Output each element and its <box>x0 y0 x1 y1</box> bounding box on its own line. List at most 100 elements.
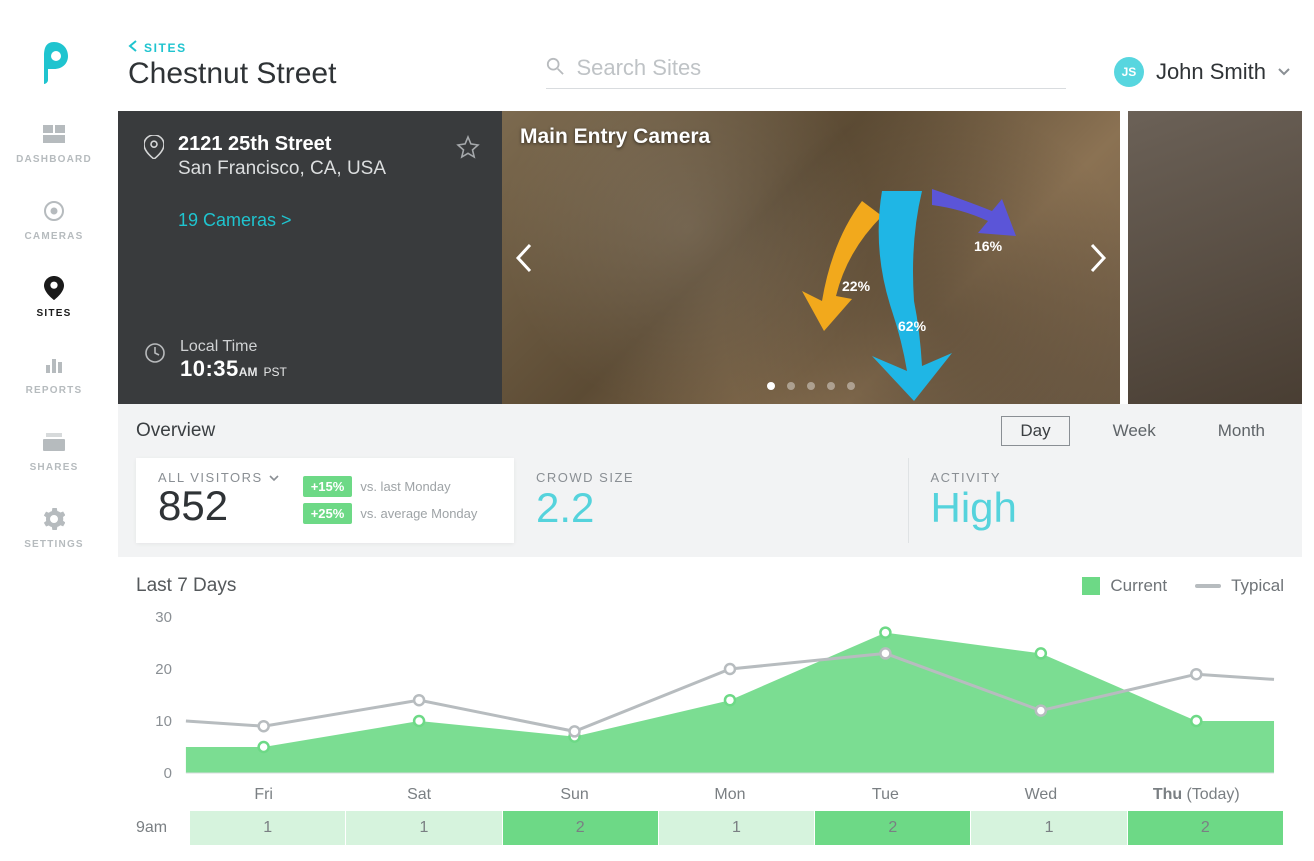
sidebar: DASHBOARD CAMERAS SITES REPORTS SHARES S… <box>0 0 108 861</box>
svg-text:0: 0 <box>164 765 172 782</box>
avatar: JS <box>1114 57 1144 87</box>
nav-item-cameras[interactable]: CAMERAS <box>0 199 108 242</box>
heat-cell[interactable]: 1 <box>659 811 815 845</box>
pin-icon <box>144 135 164 159</box>
nav-label: DASHBOARD <box>16 154 92 165</box>
range-seg-month[interactable]: Month <box>1199 416 1284 446</box>
heat-cell[interactable]: 1 <box>346 811 502 845</box>
traffic-flow-overlay: 22% 62% 16% <box>802 181 1032 401</box>
page-title: Chestnut Street <box>128 57 336 91</box>
svg-text:Mon: Mon <box>714 786 745 803</box>
nav-item-sites[interactable]: SITES <box>0 276 108 319</box>
address-line-2: San Francisco, CA, USA <box>178 158 386 180</box>
card-crowd-label: CROWD SIZE <box>536 470 886 485</box>
svg-text:Wed: Wed <box>1025 786 1058 803</box>
svg-text:Sun: Sun <box>560 786 588 803</box>
local-time-value: 10:35 <box>180 356 239 381</box>
card-activity: ACTIVITY High <box>908 458 1303 543</box>
flow-label-22: 22% <box>842 278 871 294</box>
cameras-link[interactable]: 19 Cameras > <box>178 210 476 231</box>
overview-title: Overview <box>136 420 215 442</box>
range-seg-day[interactable]: Day <box>1001 416 1069 446</box>
search-box[interactable] <box>546 54 1065 89</box>
delta-text: vs. average Monday <box>360 506 477 521</box>
carousel-dot[interactable] <box>787 382 795 390</box>
breadcrumb-parent-link[interactable]: SITES <box>128 40 336 55</box>
clock-icon <box>144 342 166 364</box>
svg-text:Thu (Today): Thu (Today) <box>1153 786 1240 803</box>
site-info-panel: 2121 25th Street San Francisco, CA, USA … <box>118 111 502 404</box>
chart-title: Last 7 Days <box>136 575 236 597</box>
flow-label-62: 62% <box>898 318 927 334</box>
heat-cell[interactable]: 1 <box>190 811 346 845</box>
card-visitors-value: 852 <box>158 485 279 527</box>
svg-text:Tue: Tue <box>872 786 899 803</box>
heat-cells: 1121212 <box>190 811 1284 845</box>
svg-text:20: 20 <box>155 661 172 678</box>
legend-typical: Typical <box>1195 576 1284 596</box>
card-activity-value: High <box>931 487 1281 529</box>
breadcrumb: SITES Chestnut Street <box>128 40 336 91</box>
heat-cell[interactable]: 2 <box>1128 811 1284 845</box>
svg-text:10: 10 <box>155 713 172 730</box>
topbar: SITES Chestnut Street JS John Smith <box>118 0 1302 97</box>
range-seg-week[interactable]: Week <box>1094 416 1175 446</box>
card-visitors-deltas: +15% vs. last Monday +25% vs. average Mo… <box>303 470 478 529</box>
gear-icon <box>42 507 66 531</box>
camera-icon <box>42 199 66 223</box>
metric-cards: ALL VISITORS 852 +15% vs. last Monday +2… <box>118 458 1302 557</box>
carousel-next-button[interactable] <box>1084 236 1112 280</box>
heat-cell[interactable]: 1 <box>971 811 1127 845</box>
local-time-tz: PST <box>263 365 286 379</box>
delta-badge: +15% <box>303 476 353 497</box>
svg-text:30: 30 <box>155 609 172 626</box>
delta-row: +15% vs. last Monday <box>303 476 478 497</box>
delta-badge: +25% <box>303 503 353 524</box>
heat-cell[interactable]: 2 <box>503 811 659 845</box>
carousel-dot[interactable] <box>827 382 835 390</box>
search-input[interactable] <box>574 54 1065 82</box>
nav-label: SHARES <box>30 462 79 473</box>
heat-cell[interactable]: 2 <box>815 811 971 845</box>
local-time: Local Time 10:35AMPST <box>144 338 287 382</box>
carousel-dots <box>767 382 855 390</box>
carousel-dot[interactable] <box>807 382 815 390</box>
chart-section: Last 7 Days Current Typical 0102030FriSa… <box>118 557 1302 807</box>
nav-item-shares[interactable]: SHARES <box>0 430 108 473</box>
app-logo <box>36 40 72 86</box>
svg-text:Sat: Sat <box>407 786 432 803</box>
range-toggle: Day Week Month <box>1001 416 1284 446</box>
breadcrumb-parent-label: SITES <box>144 41 187 55</box>
carousel-dot[interactable] <box>767 382 775 390</box>
camera-name: Main Entry Camera <box>520 125 710 149</box>
carousel-prev-button[interactable] <box>510 236 538 280</box>
nav-item-reports[interactable]: REPORTS <box>0 353 108 396</box>
card-crowd-value: 2.2 <box>536 487 886 529</box>
nav-label: REPORTS <box>26 385 83 396</box>
chart-legend: Current Typical <box>1082 576 1284 596</box>
flow-label-16: 16% <box>974 238 1003 254</box>
chevron-left-icon <box>128 40 138 55</box>
nav-item-dashboard[interactable]: DASHBOARD <box>0 122 108 165</box>
overview-bar: Overview Day Week Month <box>118 404 1302 458</box>
nav-label: SETTINGS <box>24 539 84 550</box>
site-hero: 2121 25th Street San Francisco, CA, USA … <box>118 111 1302 404</box>
user-name: John Smith <box>1156 59 1266 85</box>
search-icon <box>546 57 574 80</box>
dashboard-icon <box>42 122 66 146</box>
bar-chart-icon <box>42 353 66 377</box>
card-crowd-size: CROWD SIZE 2.2 <box>514 458 908 543</box>
nav-item-settings[interactable]: SETTINGS <box>0 507 108 550</box>
carousel-dot[interactable] <box>847 382 855 390</box>
share-icon <box>42 430 66 454</box>
nav-label: CAMERAS <box>25 231 84 242</box>
next-camera-preview[interactable] <box>1128 111 1302 404</box>
legend-current: Current <box>1082 576 1167 596</box>
favorite-button[interactable] <box>456 135 480 164</box>
nav-label: SITES <box>37 308 72 319</box>
camera-carousel: Main Entry Camera 22% 62% 16% <box>502 111 1120 404</box>
delta-row: +25% vs. average Monday <box>303 503 478 524</box>
pin-icon <box>42 276 66 300</box>
user-menu[interactable]: JS John Smith <box>1114 57 1290 87</box>
last-7-days-chart: 0102030FriSatSunMonTueWedThu (Today) <box>136 607 1284 807</box>
